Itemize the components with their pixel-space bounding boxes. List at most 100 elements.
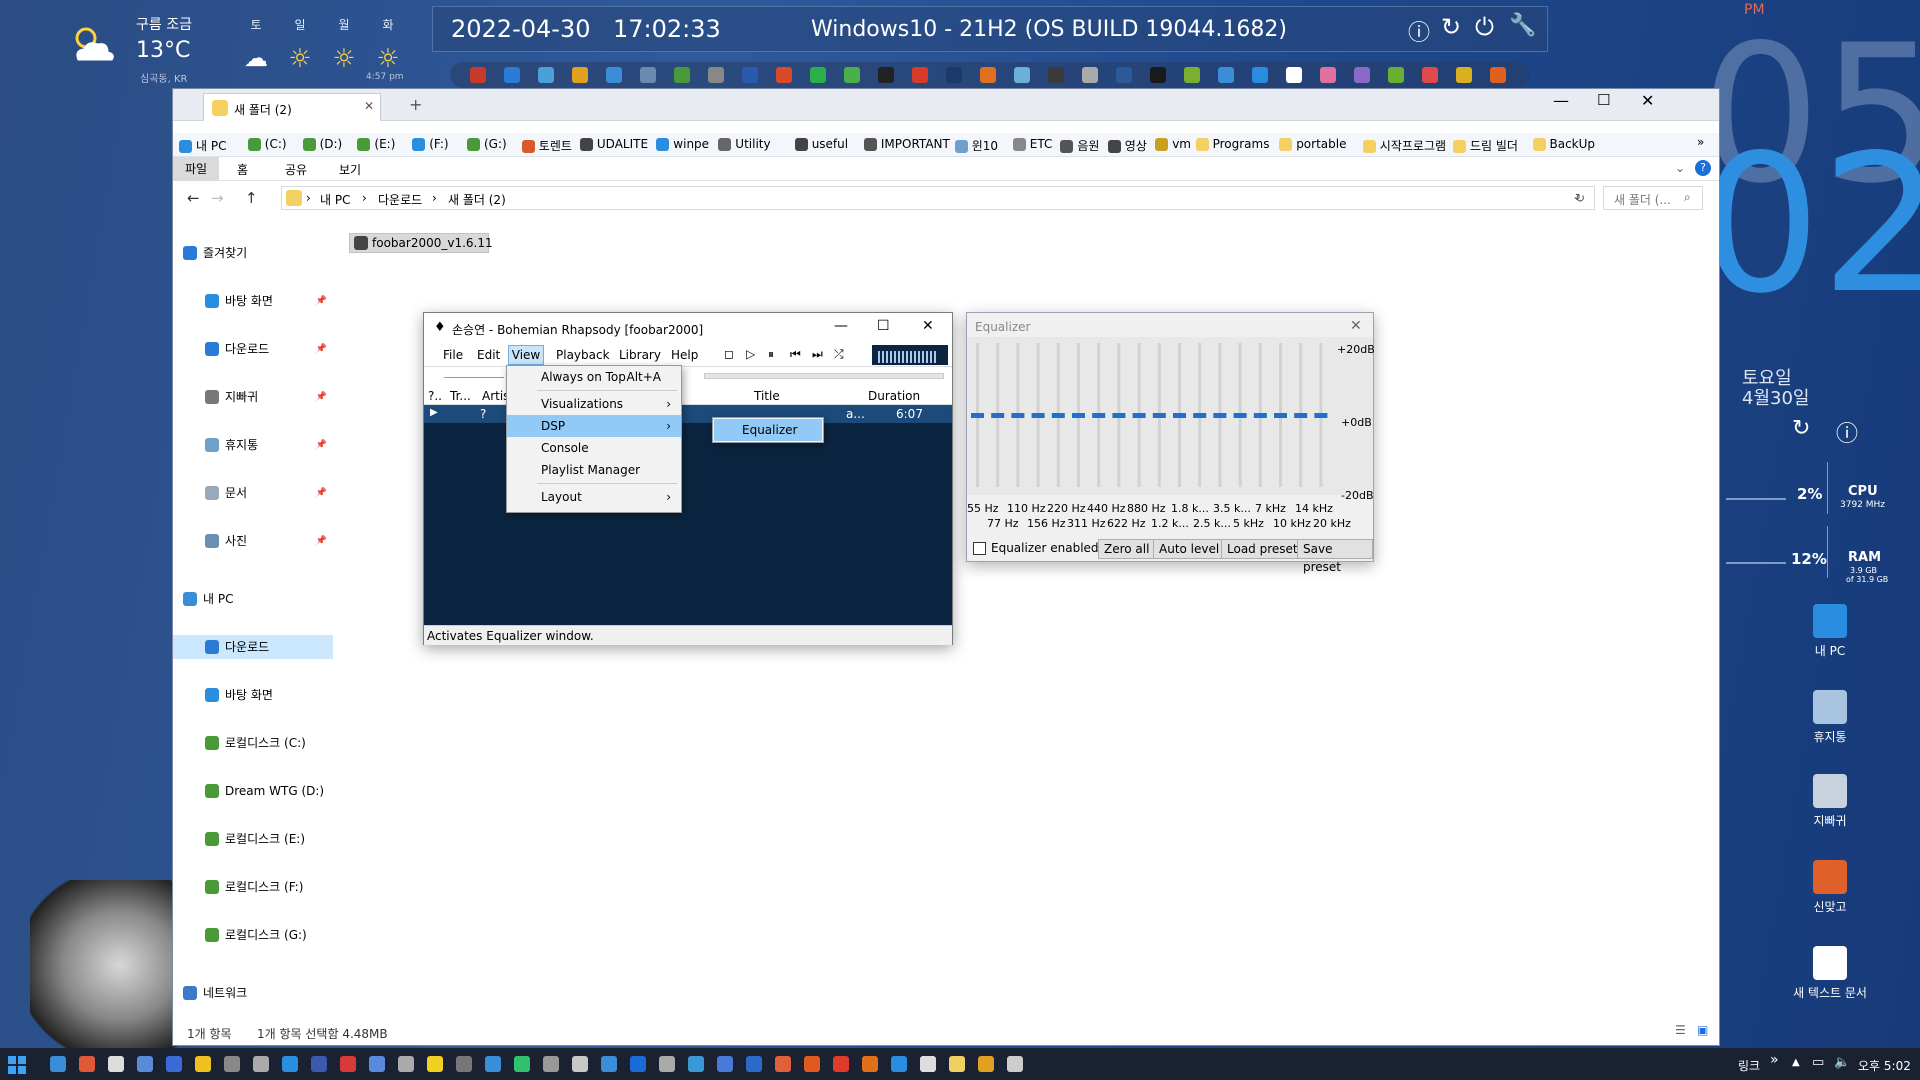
help-icon[interactable]: ? <box>1695 160 1711 176</box>
taskbar-app-icon[interactable] <box>514 1056 530 1072</box>
save-preset-button[interactable]: Save preset <box>1297 539 1373 574</box>
pin-icon[interactable]: 📌 <box>316 289 327 313</box>
favorite-link[interactable]: (D:) <box>302 137 342 151</box>
info-icon[interactable]: ⓘ <box>1836 416 1858 448</box>
taskbar-app-icon[interactable] <box>630 1056 646 1072</box>
quick-launch-icon[interactable] <box>1218 67 1234 83</box>
eq-slider-thumb[interactable] <box>1031 413 1045 418</box>
quick-launch-icon[interactable] <box>674 67 690 83</box>
quick-launch-icon[interactable] <box>640 67 656 83</box>
seek-bar[interactable] <box>704 373 944 379</box>
quick-launch-icon[interactable] <box>946 67 962 83</box>
menu-item-playlist-manager[interactable]: Playlist Manager <box>507 459 681 481</box>
search-input[interactable]: 새 폴더 (... ⌕ <box>1603 186 1703 210</box>
quick-launch-icon[interactable] <box>1320 67 1336 83</box>
forward-arrow-icon[interactable]: → <box>211 189 224 207</box>
previous-icon[interactable]: ⏮ <box>790 347 801 362</box>
nav-item[interactable]: 다운로드 📌 <box>173 337 333 361</box>
menu-item-visualizations[interactable]: Visualizations › <box>507 393 681 415</box>
menu-view[interactable]: View <box>508 345 544 365</box>
nav-item[interactable]: 로컬디스크 (F:) <box>173 875 333 899</box>
taskbar-app-icon[interactable] <box>543 1056 559 1072</box>
eq-bands[interactable] <box>967 337 1375 495</box>
quick-launch-icon[interactable] <box>1184 67 1200 83</box>
favorite-link[interactable]: IMPORTANT <box>863 137 950 151</box>
nav-item[interactable]: 사진 📌 <box>173 529 333 553</box>
taskbar-app-icon[interactable] <box>369 1056 385 1072</box>
quick-launch-icon[interactable] <box>844 67 860 83</box>
new-tab-button[interactable]: + <box>409 95 422 114</box>
nav-item[interactable]: 다운로드 <box>173 635 333 659</box>
refresh-icon[interactable]: ↻ <box>1565 186 1595 210</box>
nav-item[interactable]: 바탕 화면 <box>173 683 333 707</box>
quick-launch-icon[interactable] <box>980 67 996 83</box>
favorite-link[interactable]: 내 PC <box>179 137 226 154</box>
eq-slider-thumb[interactable] <box>1314 413 1328 418</box>
eq-slider-thumb[interactable] <box>1072 413 1085 418</box>
eq-slider-thumb[interactable] <box>1233 413 1247 418</box>
menu-edit[interactable]: Edit <box>477 348 500 362</box>
volume-icon[interactable]: 🔈 <box>1834 1055 1850 1070</box>
nav-item[interactable]: 로컬디스크 (E:) <box>173 827 333 851</box>
pin-icon[interactable]: 📌 <box>316 337 327 361</box>
maximize-button[interactable]: ☐ <box>1597 91 1610 109</box>
taskbar-app-icon[interactable] <box>746 1056 762 1072</box>
quick-launch-icon[interactable] <box>912 67 928 83</box>
quick-launch-icon[interactable] <box>878 67 894 83</box>
quick-launch-icon[interactable] <box>1388 67 1404 83</box>
quick-launch-icon[interactable] <box>708 67 724 83</box>
quick-launch-icon[interactable] <box>538 67 554 83</box>
taskbar-app-icon[interactable] <box>949 1056 965 1072</box>
favorite-link[interactable]: winpe <box>656 137 709 151</box>
taskbar-app-icon[interactable] <box>978 1056 994 1072</box>
up-arrow-icon[interactable]: ↑ <box>245 189 258 207</box>
taskbar-app-icon[interactable] <box>804 1056 820 1072</box>
quick-launch-icon[interactable] <box>1150 67 1166 83</box>
pin-icon[interactable]: 📌 <box>316 433 327 457</box>
taskbar-app-icon[interactable] <box>137 1056 153 1072</box>
taskbar-app-icon[interactable] <box>456 1056 472 1072</box>
taskbar-app-icon[interactable] <box>775 1056 791 1072</box>
refresh-icon[interactable]: ↻ <box>1792 416 1810 441</box>
eq-slider-thumb[interactable] <box>1092 413 1106 418</box>
taskbar-app-icon[interactable] <box>50 1056 66 1072</box>
eq-slider-thumb[interactable] <box>1152 413 1166 418</box>
taskbar-app-icon[interactable] <box>108 1056 124 1072</box>
chevron-right-icon[interactable]: » <box>1770 1052 1779 1068</box>
taskbar-app-icon[interactable] <box>659 1056 675 1072</box>
taskbar-app-icon[interactable] <box>253 1056 269 1072</box>
tab-active[interactable]: 새 폴더 (2) ✕ <box>203 93 381 121</box>
seekbar-row[interactable] <box>424 367 952 387</box>
nav-item[interactable]: 네트워크 <box>173 981 333 1005</box>
favorite-link[interactable]: Programs <box>1195 137 1269 151</box>
favorite-link[interactable]: 시작프로그램 <box>1362 137 1446 154</box>
eq-slider-thumb[interactable] <box>1213 413 1227 418</box>
quick-launch-icon[interactable] <box>1252 67 1268 83</box>
taskbar-clock[interactable]: 오후 5:02 <box>1858 1057 1911 1074</box>
taskbar-app-icon[interactable] <box>862 1056 878 1072</box>
desktop-icon-recycle-bin[interactable]: 휴지통 <box>1790 690 1870 745</box>
nav-item[interactable]: 문서 📌 <box>173 481 333 505</box>
quick-launch-icon[interactable] <box>742 67 758 83</box>
favorite-link[interactable]: 영상 <box>1107 137 1147 154</box>
favorite-link[interactable]: (C:) <box>247 137 287 151</box>
col-header[interactable]: Tr... <box>450 389 471 403</box>
eq-slider-thumb[interactable] <box>1253 413 1267 418</box>
ribbon-tab-view[interactable]: 보기 <box>339 161 361 178</box>
windows-start-icon[interactable] <box>8 1056 26 1074</box>
favorite-link[interactable]: 윈10 <box>954 137 998 154</box>
chevron-down-icon[interactable]: ⌄ <box>1675 161 1685 175</box>
taskbar-app-icon[interactable] <box>485 1056 501 1072</box>
quick-launch-icon[interactable] <box>1082 67 1098 83</box>
taskbar-app-icon[interactable] <box>601 1056 617 1072</box>
taskbar-app-icon[interactable] <box>340 1056 356 1072</box>
taskbar-app-icon[interactable] <box>891 1056 907 1072</box>
favorite-link[interactable]: 토렌트 <box>521 137 572 154</box>
eq-slider-thumb[interactable] <box>1173 413 1186 418</box>
minimize-button[interactable]: — <box>834 318 848 334</box>
taskbar-app-icon[interactable] <box>195 1056 211 1072</box>
menu-playback[interactable]: Playback <box>556 348 610 362</box>
nav-item[interactable]: 즐겨찾기 <box>173 241 333 265</box>
col-header[interactable]: ?.. <box>428 389 442 403</box>
quick-launch-icon[interactable] <box>1048 67 1064 83</box>
